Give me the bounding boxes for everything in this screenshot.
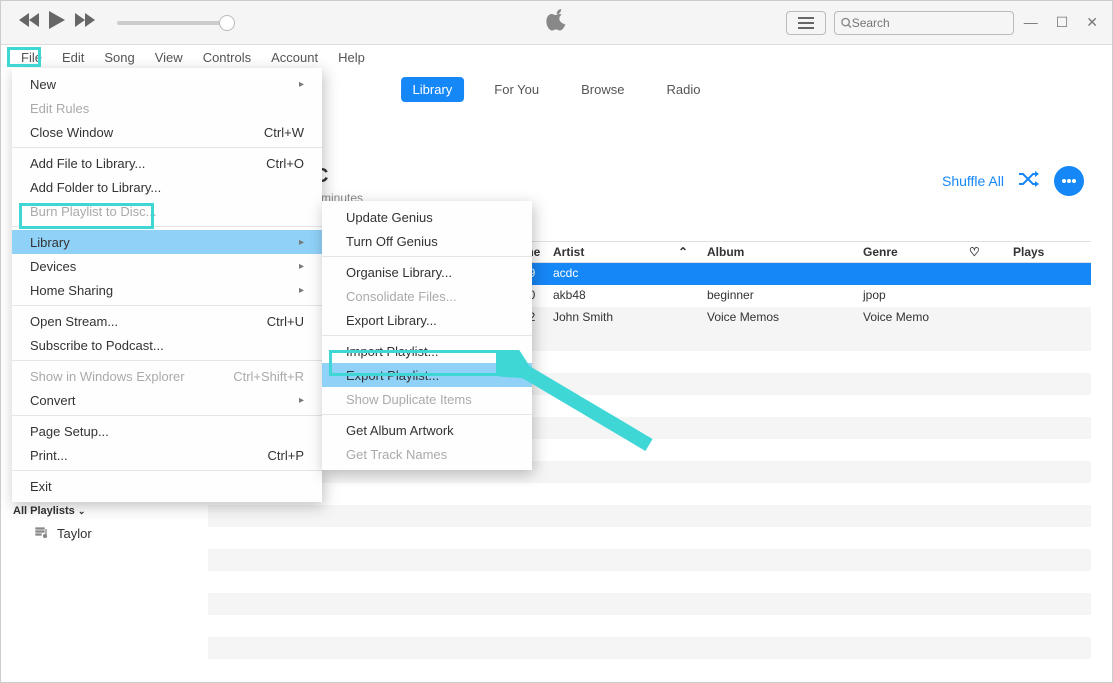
tab-browse[interactable]: Browse <box>569 77 636 102</box>
library-submenu: Update Genius Turn Off Genius Organise L… <box>322 201 532 470</box>
cell-artist: akb48 <box>553 288 586 302</box>
menu-edit[interactable]: Edit <box>52 47 94 68</box>
playback-controls <box>1 11 227 34</box>
menu-item-devices[interactable]: Devices▸ <box>12 254 322 278</box>
shortcut-label: Ctrl+W <box>264 125 304 140</box>
maximize-icon[interactable]: ☐ <box>1056 14 1069 31</box>
file-menu-dropdown: New▸ Edit Rules Close WindowCtrl+W Add F… <box>12 68 322 502</box>
col-album[interactable]: Album <box>707 245 744 259</box>
sidebar-heading-all-playlists[interactable]: All Playlists ⌄ <box>13 505 85 517</box>
menu-item-print[interactable]: Print...Ctrl+P <box>12 443 322 467</box>
chevron-right-icon: ▸ <box>299 261 304 272</box>
cell-artist: acdc <box>553 266 578 280</box>
window-controls: — ☐ ✕ <box>1024 14 1112 31</box>
top-toolbar: — ☐ ✕ <box>1 1 1112 45</box>
cell-album: beginner <box>707 288 754 302</box>
menu-item-open-stream[interactable]: Open Stream...Ctrl+U <box>12 309 322 333</box>
tab-radio[interactable]: Radio <box>654 77 712 102</box>
shuffle-all-button[interactable]: Shuffle All <box>942 173 1004 189</box>
menu-item-library[interactable]: Library▸ <box>12 230 322 254</box>
menu-item-close-window[interactable]: Close WindowCtrl+W <box>12 120 322 144</box>
menu-file[interactable]: File <box>11 47 52 68</box>
menu-item-convert[interactable]: Convert▸ <box>12 388 322 412</box>
menu-item-subscribe-podcast[interactable]: Subscribe to Podcast... <box>12 333 322 357</box>
menu-item-show-explorer: Show in Windows ExplorerCtrl+Shift+R <box>12 364 322 388</box>
shortcut-label: Ctrl+Shift+R <box>233 369 304 384</box>
submenu-export-playlist[interactable]: Export Playlist... <box>322 363 532 387</box>
menu-account[interactable]: Account <box>261 47 328 68</box>
main-tabs: Library For You Browse Radio <box>401 77 713 102</box>
shortcut-label: Ctrl+U <box>267 314 304 329</box>
col-genre[interactable]: Genre <box>863 245 898 259</box>
prev-icon[interactable] <box>19 13 39 32</box>
submenu-turn-off-genius[interactable]: Turn Off Genius <box>322 229 532 253</box>
menu-bar: File Edit Song View Controls Account Hel… <box>1 45 1112 69</box>
chevron-down-icon: ⌄ <box>78 506 86 516</box>
menu-item-exit[interactable]: Exit <box>12 474 322 498</box>
cell-genre: jpop <box>863 288 886 302</box>
more-options-button[interactable] <box>1054 166 1084 196</box>
chevron-right-icon: ▸ <box>299 395 304 406</box>
submenu-organise-library[interactable]: Organise Library... <box>322 260 532 284</box>
next-icon[interactable] <box>75 13 95 32</box>
list-view-button[interactable] <box>786 11 826 35</box>
submenu-import-playlist[interactable]: Import Playlist... <box>322 339 532 363</box>
menu-item-edit-rules: Edit Rules <box>12 96 322 120</box>
tab-for-you[interactable]: For You <box>482 77 551 102</box>
menu-view[interactable]: View <box>145 47 193 68</box>
shortcut-label: Ctrl+O <box>266 156 304 171</box>
playlist-icon <box>35 525 49 542</box>
tab-library[interactable]: Library <box>401 77 465 102</box>
apple-logo-icon <box>546 7 568 38</box>
shuffle-icon[interactable] <box>1018 171 1040 192</box>
shuffle-area: Shuffle All <box>942 166 1084 196</box>
cell-album: Voice Memos <box>707 310 779 324</box>
menu-help[interactable]: Help <box>328 47 375 68</box>
chevron-right-icon: ▸ <box>299 237 304 248</box>
menu-item-page-setup[interactable]: Page Setup... <box>12 419 322 443</box>
menu-item-home-sharing[interactable]: Home Sharing▸ <box>12 278 322 302</box>
cell-artist: John Smith <box>553 310 613 324</box>
sort-ascending-icon: ⌃ <box>678 245 688 259</box>
submenu-get-artwork[interactable]: Get Album Artwork <box>322 418 532 442</box>
menu-song[interactable]: Song <box>94 47 144 68</box>
chevron-right-icon: ▸ <box>299 79 304 90</box>
volume-slider[interactable] <box>117 21 227 25</box>
play-icon[interactable] <box>49 11 65 34</box>
minimize-icon[interactable]: — <box>1024 14 1038 31</box>
close-icon[interactable]: ✕ <box>1086 14 1098 31</box>
search-input[interactable] <box>834 11 1014 35</box>
submenu-get-track-names: Get Track Names <box>322 442 532 466</box>
submenu-update-genius[interactable]: Update Genius <box>322 205 532 229</box>
chevron-right-icon: ▸ <box>299 285 304 296</box>
submenu-export-library[interactable]: Export Library... <box>322 308 532 332</box>
col-plays[interactable]: Plays <box>1013 245 1044 259</box>
cell-genre: Voice Memo <box>863 310 929 324</box>
submenu-consolidate-files: Consolidate Files... <box>322 284 532 308</box>
search-field[interactable] <box>852 16 1007 30</box>
menu-controls[interactable]: Controls <box>193 47 261 68</box>
menu-item-burn: Burn Playlist to Disc... <box>12 199 322 223</box>
submenu-show-duplicates: Show Duplicate Items <box>322 387 532 411</box>
menu-item-add-folder[interactable]: Add Folder to Library... <box>12 175 322 199</box>
col-loved-icon[interactable]: ♡ <box>969 245 980 259</box>
menu-item-new[interactable]: New▸ <box>12 72 322 96</box>
shortcut-label: Ctrl+P <box>268 448 304 463</box>
sidebar-item-taylor[interactable]: Taylor <box>35 525 92 542</box>
menu-item-add-file[interactable]: Add File to Library...Ctrl+O <box>12 151 322 175</box>
sidebar-item-label: Taylor <box>57 526 92 541</box>
col-artist[interactable]: Artist <box>553 245 584 259</box>
